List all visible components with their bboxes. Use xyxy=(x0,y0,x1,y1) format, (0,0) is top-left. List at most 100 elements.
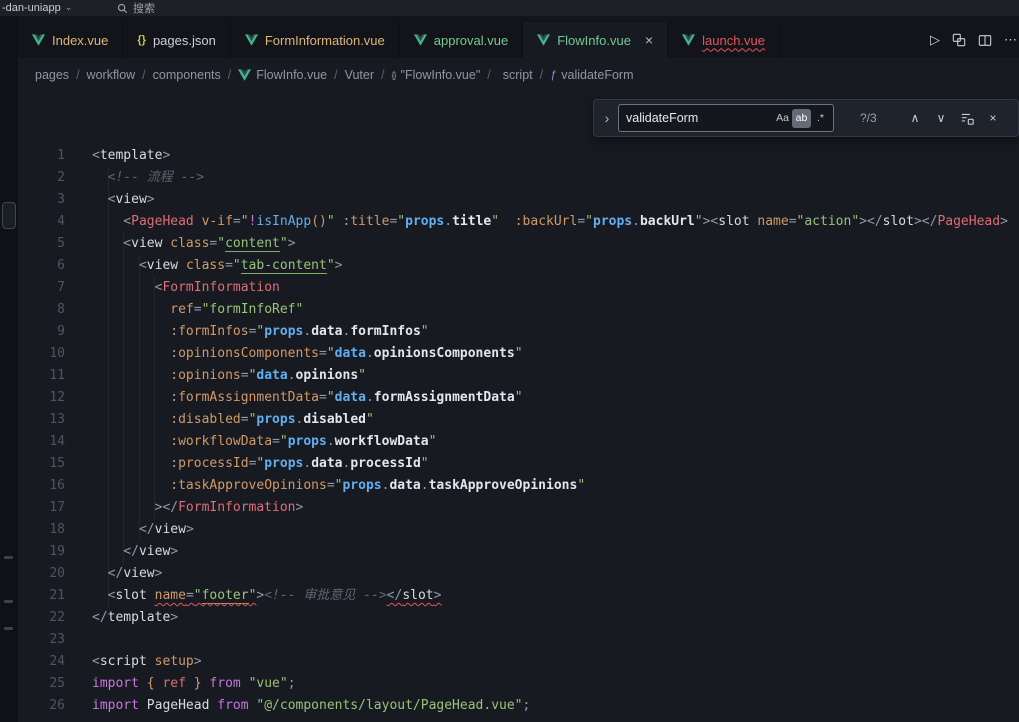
project-menu[interactable]: -dan-uniapp ⌄ xyxy=(0,2,72,14)
tab-label: Index.vue xyxy=(52,33,108,48)
code-text[interactable]: </template> xyxy=(65,607,178,629)
line-number: 9 xyxy=(18,321,65,343)
breadcrumb-item[interactable]: script xyxy=(498,68,533,82)
search-icon xyxy=(117,3,128,14)
tab-pages.json[interactable]: {}pages.json xyxy=(123,22,230,58)
code-text[interactable]: </view> xyxy=(65,563,162,585)
code-line: 24<script setup> xyxy=(18,651,1019,673)
split-editor-icon[interactable] xyxy=(978,34,992,47)
code-text[interactable]: <view class="tab-content"> xyxy=(65,255,342,277)
breadcrumb-item[interactable]: {}"FlowInfo.vue" xyxy=(392,68,481,82)
line-number: 20 xyxy=(18,563,65,585)
breadcrumb-item[interactable]: components xyxy=(153,68,221,82)
vue-icon xyxy=(32,34,45,46)
regex-button[interactable]: .* xyxy=(811,109,830,128)
breadcrumb-item[interactable]: workflow xyxy=(87,68,136,82)
brackets-icon: {} xyxy=(392,70,396,80)
code-line: 13 :disabled="props.disabled" xyxy=(18,409,1019,431)
code-text[interactable]: <FormInformation xyxy=(65,277,280,299)
tab-approval.vue[interactable]: approval.vue xyxy=(400,22,523,58)
code-text[interactable]: import { ref } from "vue"; xyxy=(65,673,296,695)
find-in-selection-button[interactable] xyxy=(956,107,978,129)
run-button[interactable]: ▷ xyxy=(930,32,940,48)
line-number: 25 xyxy=(18,673,65,695)
strip-mark xyxy=(4,600,13,603)
line-number: 14 xyxy=(18,431,65,453)
code-text[interactable]: :workflowData="props.workflowData" xyxy=(65,431,436,453)
line-number: 2 xyxy=(18,167,65,189)
code-text[interactable]: :formAssignmentData="data.formAssignment… xyxy=(65,387,523,409)
tab-FlowInfo.vue[interactable]: FlowInfo.vue × xyxy=(523,22,668,58)
code-text[interactable]: :opinions="data.opinions" xyxy=(65,365,366,387)
activity-bar xyxy=(0,16,18,722)
code-text[interactable]: ref="formInfoRef" xyxy=(65,299,303,321)
code-text[interactable]: :opinionsComponents="data.opinionsCompon… xyxy=(65,343,523,365)
line-number: 10 xyxy=(18,343,65,365)
global-search[interactable]: 搜索 xyxy=(117,0,155,16)
match-count: ?/3 xyxy=(860,111,900,125)
vscode-window: -dan-uniapp ⌄ 搜索 Index.vue {}pages.jsonFo… xyxy=(0,0,1019,722)
next-match-button[interactable]: ∨ xyxy=(930,107,952,129)
titlebar: -dan-uniapp ⌄ 搜索 xyxy=(0,0,1019,16)
close-icon[interactable]: × xyxy=(645,33,653,47)
code-text[interactable]: :formInfos="props.data.formInfos" xyxy=(65,321,429,343)
code-text[interactable]: <script setup> xyxy=(65,651,202,673)
find-widget: › Aa ab .* ?/3 ∧ ∨ × xyxy=(593,99,1019,137)
editor-layout-icon[interactable] xyxy=(952,33,966,47)
code-text[interactable]: </view> xyxy=(65,519,194,541)
breadcrumb-item[interactable]: Vuter xyxy=(345,68,374,82)
code-text[interactable]: <view> xyxy=(65,189,155,211)
code-text[interactable]: :disabled="props.disabled" xyxy=(65,409,374,431)
vue-icon xyxy=(537,34,550,46)
code-line: 1<template> xyxy=(18,145,1019,167)
breadcrumb-item[interactable]: ƒvalidateForm xyxy=(550,68,633,82)
code-text[interactable]: <PageHead v-if="!isInApp()" :title="prop… xyxy=(65,211,1008,233)
line-number: 22 xyxy=(18,607,65,629)
breadcrumb-separator: / xyxy=(142,68,145,82)
code-area[interactable]: 1<template>2 <!-- 流程 -->3 <view>4 <PageH… xyxy=(18,145,1019,717)
tab-bar: Index.vue {}pages.jsonFormInformation.vue… xyxy=(18,22,1019,58)
line-number: 17 xyxy=(18,497,65,519)
chevron-right-icon[interactable]: › xyxy=(600,110,614,126)
tab-launch.vue[interactable]: launch.vue xyxy=(668,22,780,58)
code-line: 2 <!-- 流程 --> xyxy=(18,167,1019,189)
code-line: 6 <view class="tab-content"> xyxy=(18,255,1019,277)
code-text[interactable] xyxy=(65,629,92,651)
tab-FormInformation.vue[interactable]: FormInformation.vue xyxy=(231,22,400,58)
code-text[interactable]: import PageHead from "@/components/layou… xyxy=(65,695,530,717)
code-line: 9 :formInfos="props.data.formInfos" xyxy=(18,321,1019,343)
breadcrumb-item[interactable]: FlowInfo.vue xyxy=(238,68,327,82)
line-number: 1 xyxy=(18,145,65,167)
strip-mark xyxy=(4,556,13,559)
code-text[interactable]: :taskApproveOpinions="props.data.taskApp… xyxy=(65,475,585,497)
tab-label: approval.vue xyxy=(434,33,508,48)
line-number: 4 xyxy=(18,211,65,233)
breadcrumb-item[interactable]: pages xyxy=(35,68,69,82)
whole-word-button[interactable]: ab xyxy=(792,109,811,128)
tab-label: FlowInfo.vue xyxy=(557,33,631,48)
global-search-label: 搜索 xyxy=(133,0,155,16)
previous-match-button[interactable]: ∧ xyxy=(904,107,926,129)
code-text[interactable]: <slot name="footer"><!-- 审批意见 --></slot> xyxy=(65,585,441,607)
tab-Index.vue[interactable]: Index.vue xyxy=(18,22,123,58)
code-text[interactable]: </view> xyxy=(65,541,178,563)
code-text[interactable]: <view class="content"> xyxy=(65,233,296,255)
activity-handle[interactable] xyxy=(2,202,16,229)
breadcrumb-separator: / xyxy=(487,68,490,82)
find-input[interactable] xyxy=(622,111,773,125)
breadcrumb-label: pages xyxy=(35,68,69,82)
tab-label: launch.vue xyxy=(702,33,765,48)
line-number: 11 xyxy=(18,365,65,387)
code-text[interactable]: <!-- 流程 --> xyxy=(65,167,204,189)
code-line: 23 xyxy=(18,629,1019,651)
close-find-button[interactable]: × xyxy=(982,107,1004,129)
vue-icon xyxy=(238,69,251,81)
line-number: 8 xyxy=(18,299,65,321)
code-line: 7 <FormInformation xyxy=(18,277,1019,299)
code-text[interactable]: ></FormInformation> xyxy=(65,497,303,519)
more-actions-button[interactable]: ⋯ xyxy=(1004,32,1017,48)
match-case-button[interactable]: Aa xyxy=(773,109,792,128)
code-text[interactable]: <template> xyxy=(65,145,170,167)
breadcrumb-separator: / xyxy=(381,68,384,82)
code-text[interactable]: :processId="props.data.processId" xyxy=(65,453,429,475)
